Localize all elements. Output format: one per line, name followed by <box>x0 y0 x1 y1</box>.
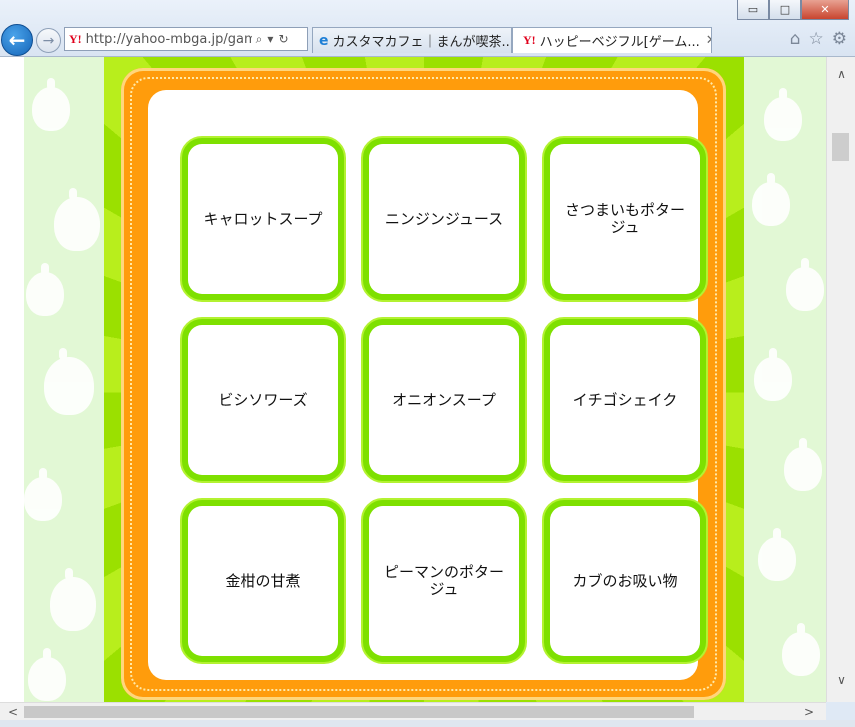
tab-customa-cafe[interactable]: e カスタマカフェ｜まんが喫茶... <box>312 27 512 53</box>
yahoo-favicon-icon: Y! <box>69 31 82 46</box>
tab-happy-vegeful[interactable]: Y! ハッピーベジフル[ゲーム... ✕ <box>512 27 712 53</box>
address-bar[interactable]: Y! http://yahoo-mbga.jp/game ⌕ ▾ ↻ <box>64 27 308 51</box>
window-controls: ▭ □ ✕ <box>737 0 849 20</box>
recipe-card-label: キャロットスープ <box>188 144 338 294</box>
menu-panel: キャロットスープ ニンジンジュース さつまいもポタージュ ビシソワーズ オニオン… <box>148 90 708 680</box>
forward-button[interactable]: → <box>36 28 61 53</box>
page-viewport: キャロットスープ ニンジンジュース さつまいもポタージュ ビシソワーズ オニオン… <box>24 57 826 702</box>
apple-silhouette-icon <box>752 173 790 226</box>
page-left-margin <box>0 57 24 702</box>
horizontal-scroll-thumb[interactable] <box>24 706 694 718</box>
recipe-card[interactable]: ピーマンのポタージュ <box>361 498 527 664</box>
settings-gear-icon[interactable]: ⚙ <box>832 29 847 49</box>
recipe-card-label: ニンジンジュース <box>369 144 519 294</box>
recipe-card[interactable]: さつまいもポタージュ <box>542 136 708 302</box>
close-tab-icon[interactable]: ✕ <box>700 33 711 48</box>
dropdown-icon[interactable]: ▾ <box>267 32 273 47</box>
apple-silhouette-icon <box>24 468 62 521</box>
home-icon[interactable]: ⌂ <box>790 29 801 49</box>
recipe-card-label: カブのお吸い物 <box>550 506 700 656</box>
menu-frame: キャロットスープ ニンジンジュース さつまいもポタージュ ビシソワーズ オニオン… <box>121 68 726 700</box>
recipe-card[interactable]: ニンジンジュース <box>361 136 527 302</box>
apple-silhouette-icon <box>50 568 96 631</box>
browser-chrome: ▭ □ ✕ ← → Y! http://yahoo-mbga.jp/game ⌕… <box>0 0 855 57</box>
favorites-star-icon[interactable]: ☆ <box>809 29 824 49</box>
scroll-left-arrow-icon[interactable]: < <box>4 703 22 721</box>
recipe-card[interactable]: オニオンスープ <box>361 317 527 483</box>
address-url[interactable]: http://yahoo-mbga.jp/game <box>86 32 252 47</box>
recipe-card[interactable]: イチゴシェイク <box>542 317 708 483</box>
toolbar-icons: ⌂ ☆ ⚙ <box>790 29 847 49</box>
recipe-card-label: ビシソワーズ <box>188 325 338 475</box>
apple-silhouette-icon <box>784 438 822 491</box>
minimize-button[interactable]: ▭ <box>737 0 769 20</box>
apple-silhouette-icon <box>754 348 792 401</box>
apple-silhouette-icon <box>32 78 70 131</box>
recipe-card-label: オニオンスープ <box>369 325 519 475</box>
recipe-card[interactable]: 金柑の甘煮 <box>180 498 346 664</box>
recipe-card-label: ピーマンのポタージュ <box>369 506 519 656</box>
apple-silhouette-icon <box>44 348 94 415</box>
close-window-button[interactable]: ✕ <box>801 0 849 20</box>
recipe-card[interactable]: カブのお吸い物 <box>542 498 708 664</box>
apple-silhouette-icon <box>54 188 100 251</box>
scroll-right-arrow-icon[interactable]: > <box>800 703 818 721</box>
scroll-up-arrow-icon[interactable]: ∧ <box>827 63 855 85</box>
background-pattern-left <box>24 57 104 702</box>
apple-silhouette-icon <box>764 88 802 141</box>
recipe-card-label: さつまいもポタージュ <box>550 144 700 294</box>
recipe-card-label: イチゴシェイク <box>550 325 700 475</box>
maximize-button[interactable]: □ <box>769 0 801 20</box>
recipe-card-label: 金柑の甘煮 <box>188 506 338 656</box>
arrow-right-icon: → <box>42 32 55 49</box>
apple-silhouette-icon <box>786 258 824 311</box>
recipe-card[interactable]: ビシソワーズ <box>180 317 346 483</box>
yahoo-favicon-icon: Y! <box>523 33 536 47</box>
status-bar <box>0 720 855 727</box>
background-pattern-right <box>744 57 826 702</box>
search-icon[interactable]: ⌕ <box>256 32 263 47</box>
apple-silhouette-icon <box>758 528 796 581</box>
scroll-down-arrow-icon[interactable]: ∨ <box>827 669 855 691</box>
horizontal-scrollbar[interactable]: < > <box>0 702 826 721</box>
apple-silhouette-icon <box>28 648 66 701</box>
ie-favicon-icon: e <box>319 32 329 49</box>
vertical-scrollbar[interactable]: ∧ ∨ <box>826 57 855 702</box>
back-button[interactable]: ← <box>1 24 33 56</box>
tab-label: カスタマカフェ｜まんが喫茶... <box>332 35 512 50</box>
recipe-card[interactable]: キャロットスープ <box>180 136 346 302</box>
recipe-grid: キャロットスープ ニンジンジュース さつまいもポタージュ ビシソワーズ オニオン… <box>180 136 708 664</box>
vertical-scroll-thumb[interactable] <box>832 133 849 161</box>
refresh-icon[interactable]: ↻ <box>278 32 288 47</box>
apple-silhouette-icon <box>782 623 820 676</box>
tab-label: ハッピーベジフル[ゲーム... <box>539 35 700 50</box>
game-area: キャロットスープ ニンジンジュース さつまいもポタージュ ビシソワーズ オニオン… <box>104 57 744 702</box>
apple-silhouette-icon <box>26 263 64 316</box>
arrow-left-icon: ← <box>8 28 26 52</box>
